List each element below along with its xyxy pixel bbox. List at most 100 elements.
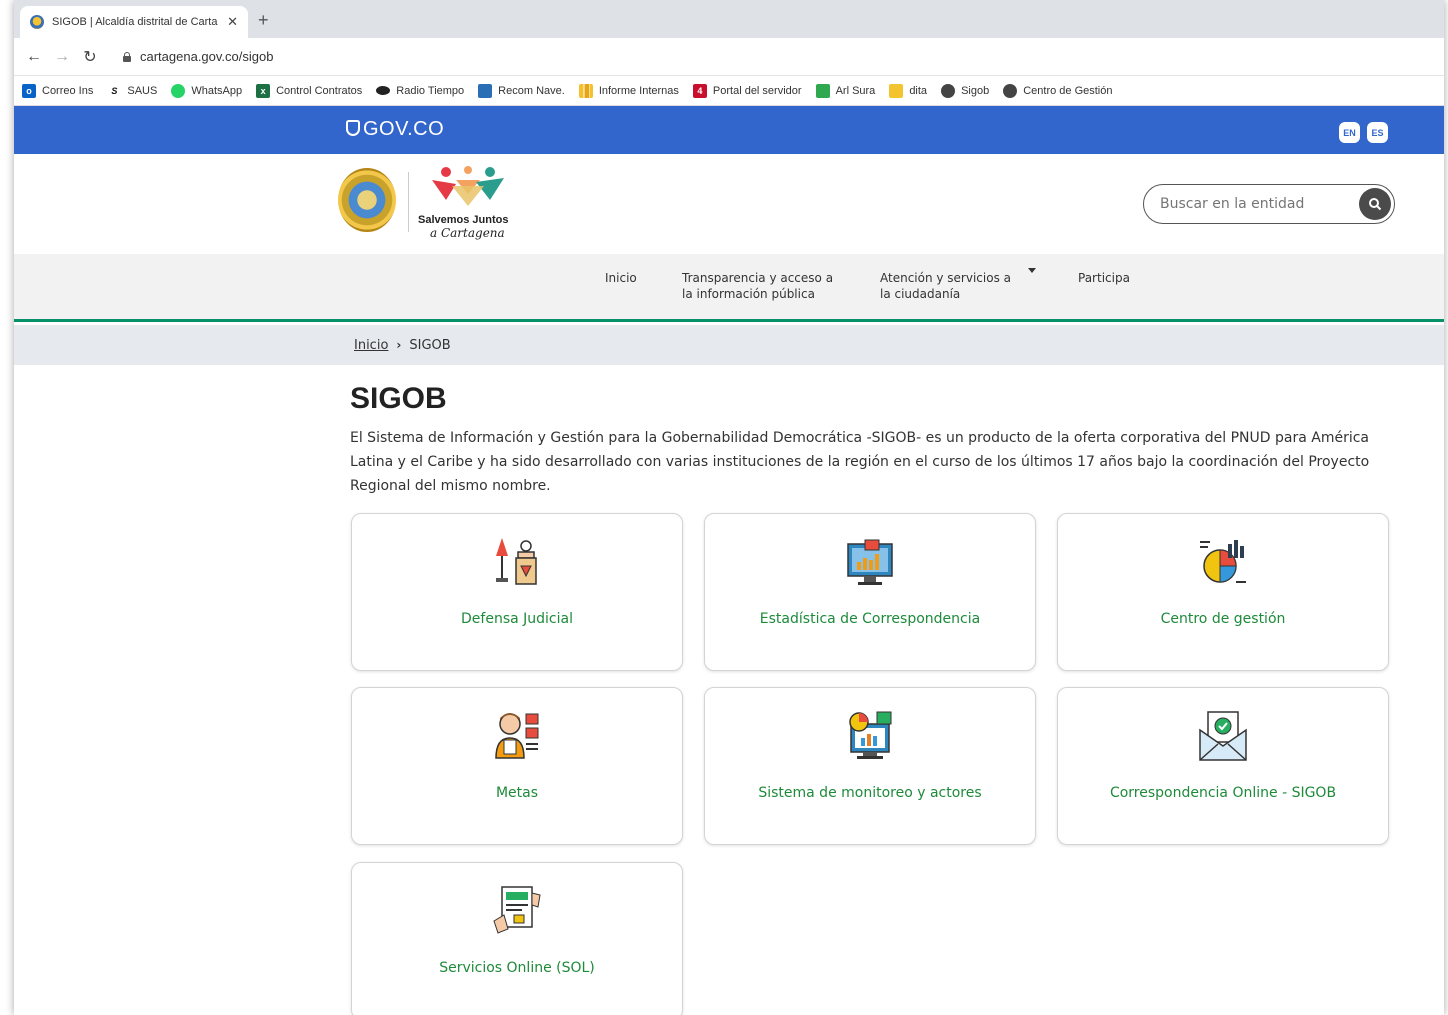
salvemos-juntos-logo[interactable]: Salvemos Juntos a Cartagena — [418, 166, 528, 242]
logo-divider — [408, 172, 409, 232]
card-label: Defensa Judicial — [461, 611, 573, 627]
tab-title: SIGOB | Alcaldía distrital de Carta — [52, 16, 218, 28]
outlook-icon: o — [22, 83, 36, 98]
folder-icon — [889, 83, 904, 98]
forward-icon[interactable]: → — [50, 48, 74, 66]
bookmark-sigob[interactable]: Sigob — [941, 83, 990, 98]
main-nav: Inicio Transparencia y acceso a la infor… — [14, 254, 1444, 322]
bookmark-label: Sigob — [961, 84, 990, 97]
browser-tab[interactable]: SIGOB | Alcaldía distrital de Carta ✕ — [20, 6, 248, 38]
bookmark-whatsapp[interactable]: WhatsApp — [171, 83, 243, 98]
search-icon — [1369, 198, 1382, 211]
reload-icon[interactable]: ↻ — [78, 47, 102, 67]
bookmark-informe-internas[interactable]: Informe Internas — [578, 83, 679, 98]
card-label: Sistema de monitoreo y actores — [758, 785, 982, 801]
chevron-down-icon[interactable] — [1028, 268, 1036, 273]
nav-label: Transparencia y acceso a — [682, 271, 834, 285]
bookmark-centro-gestion[interactable]: Centro de Gestión — [1003, 83, 1113, 98]
card-defensa-judicial[interactable]: Defensa Judicial — [351, 513, 683, 671]
card-sistema-monitoreo[interactable]: Sistema de monitoreo y actores — [704, 687, 1036, 845]
breadcrumb-home-link[interactable]: Inicio — [354, 338, 388, 353]
bookmark-label: Arl Sura — [835, 84, 876, 97]
bookmark-label: Centro de Gestión — [1023, 84, 1113, 97]
breadcrumb: Inicio › SIGOB — [14, 325, 1444, 365]
lang-en-button[interactable]: EN — [1339, 122, 1360, 143]
document-icon — [478, 83, 493, 98]
bookmark-label: Portal del servidor — [712, 84, 802, 97]
nav-atencion[interactable]: Atención y servicios a la ciudadanía — [880, 270, 1011, 302]
lock-icon[interactable] — [122, 51, 132, 62]
bookmark-control-contratos[interactable]: x Control Contratos — [256, 83, 363, 98]
justice-podium-icon — [496, 538, 537, 585]
globe-icon — [941, 83, 956, 98]
card-label: Estadística de Correspondencia — [759, 611, 981, 627]
page-title: SIGOB — [350, 382, 447, 415]
card-correspondencia-online[interactable]: Correspondencia Online - SIGOB — [1057, 687, 1389, 845]
nav-label: Atención y servicios a — [880, 271, 1011, 285]
tab-strip: SIGOB | Alcaldía distrital de Carta ✕ + — [14, 0, 1444, 38]
monitoring-screen-icon — [849, 711, 892, 759]
lang-es-button[interactable]: ES — [1367, 122, 1388, 143]
pie-chart-icon — [1200, 540, 1246, 583]
bookmark-correo-ins[interactable]: o Correo Ins — [22, 83, 94, 98]
breadcrumb-current: SIGOB — [409, 337, 451, 353]
bookmark-label: Control Contratos — [276, 84, 363, 97]
card-servicios-online[interactable]: Servicios Online (SOL) — [351, 862, 683, 1015]
search-button[interactable] — [1359, 188, 1391, 220]
close-tab-icon[interactable]: ✕ — [227, 14, 238, 30]
sura-icon — [815, 83, 830, 98]
browser-window: SIGOB | Alcaldía distrital de Carta ✕ + … — [14, 0, 1444, 1015]
statistics-monitor-icon — [847, 539, 893, 585]
bookmark-label: Radio Tiempo — [396, 84, 465, 97]
bookmark-label: WhatsApp — [191, 84, 243, 97]
card-label: Centro de gestión — [1160, 611, 1286, 627]
card-label: Servicios Online (SOL) — [439, 960, 595, 976]
url-field[interactable]: cartagena.gov.co/sigob — [140, 49, 273, 64]
back-icon[interactable]: ← — [22, 48, 46, 66]
cartagena-seal-logo[interactable] — [338, 168, 396, 232]
portal-icon: 4 — [692, 83, 707, 98]
bookmarks-bar: o Correo Ins S SAUS WhatsApp x Control Cont… — [14, 76, 1444, 106]
shield-icon — [346, 120, 360, 136]
bookmark-label: SAUS — [127, 84, 158, 97]
card-estadistica-correspondencia[interactable]: Estadística de Correspondencia — [704, 513, 1036, 671]
intro-text: El Sistema de Información y Gestión para… — [350, 430, 1370, 494]
nav-label: la información pública — [682, 287, 815, 301]
card-label: Correspondencia Online - SIGOB — [1109, 785, 1337, 801]
chevron-right-icon: › — [396, 338, 402, 352]
gov-logo[interactable]: GOV.CO — [346, 118, 444, 141]
gov-logo-text: GOV.CO — [363, 118, 445, 140]
globe-icon — [1003, 83, 1018, 98]
bookmark-portal-servidor[interactable]: 4 Portal del servidor — [692, 83, 802, 98]
envelope-check-icon — [1199, 711, 1247, 761]
bookmark-label: Informe Internas — [598, 84, 679, 97]
bookmark-label: dita — [909, 84, 928, 97]
excel-icon: x — [256, 83, 271, 98]
card-label: Metas — [495, 785, 539, 801]
new-tab-icon[interactable]: + — [258, 10, 269, 31]
people-figures-icon — [432, 166, 504, 206]
bookmark-label: Recom Nave. — [498, 84, 565, 97]
brand-line2: a Cartagena — [430, 226, 505, 240]
nav-inicio[interactable]: Inicio — [605, 270, 637, 286]
brand-line1: Salvemos Juntos — [418, 214, 509, 226]
card-centro-gestion[interactable]: Centro de gestión — [1057, 513, 1389, 671]
nav-participa[interactable]: Participa — [1078, 270, 1130, 286]
site-header: Salvemos Juntos a Cartagena — [14, 154, 1444, 254]
bookmark-recom-nave[interactable]: Recom Nave. — [478, 83, 565, 98]
favicon-icon — [30, 15, 44, 29]
bookmark-dita[interactable]: dita — [889, 83, 928, 98]
s-icon: S — [107, 83, 122, 98]
bookmark-arl-sura[interactable]: Arl Sura — [815, 83, 876, 98]
radio-icon — [376, 86, 391, 95]
bookmark-label: Correo Ins — [42, 84, 94, 97]
online-form-icon — [493, 886, 541, 934]
bookmark-saus[interactable]: S SAUS — [107, 83, 158, 98]
card-metas[interactable]: Metas — [351, 687, 683, 845]
bookmark-radio-tiempo[interactable]: Radio Tiempo — [376, 85, 464, 97]
search-input[interactable] — [1160, 196, 1340, 212]
address-bar: ← → ↻ cartagena.gov.co/sigob — [14, 38, 1444, 76]
nav-transparencia[interactable]: Transparencia y acceso a la información … — [682, 270, 833, 302]
gov-bar: GOV.CO EN ES — [14, 106, 1444, 154]
bar-icon — [578, 83, 593, 98]
